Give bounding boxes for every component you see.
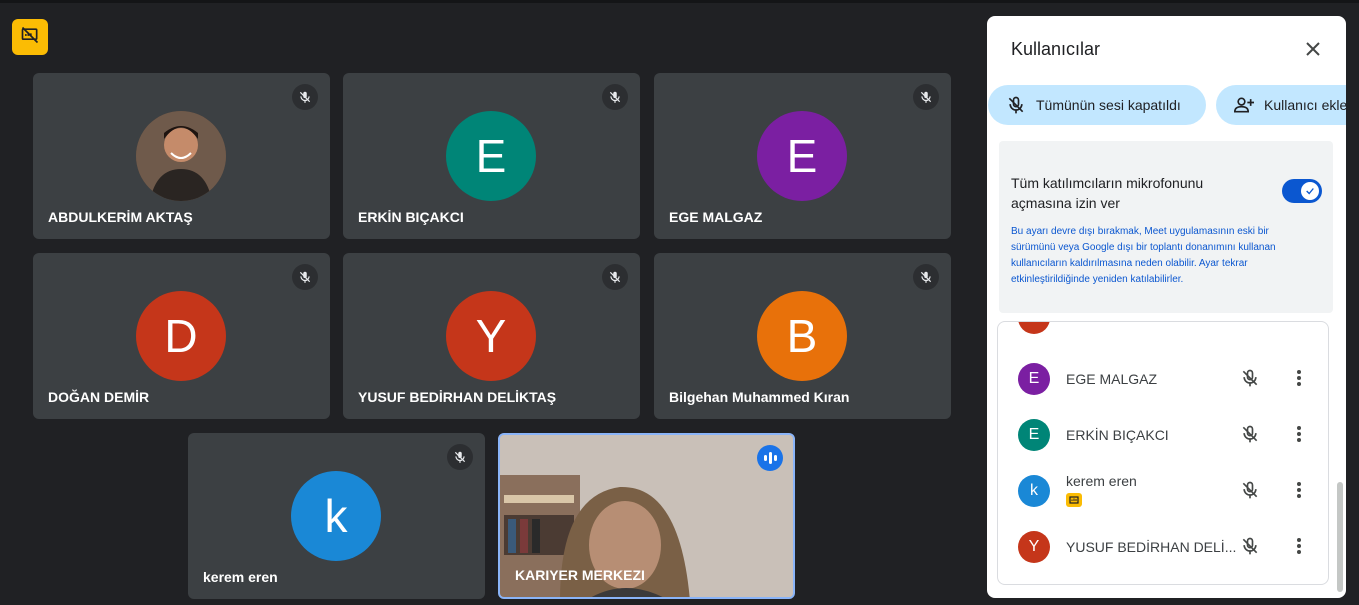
list-item[interactable]: Y YUSUF BEDİRHAN DELİ... xyxy=(998,518,1328,574)
avatar: Y xyxy=(446,291,536,381)
participant-name: ERKİN BIÇAKCI xyxy=(1066,427,1169,443)
add-user-label: Kullanıcı ekle xyxy=(1264,97,1346,113)
mic-off-icon[interactable] xyxy=(1239,479,1261,501)
participant-tile[interactable]: E ERKİN BIÇAKCI xyxy=(343,73,640,239)
mic-off-icon xyxy=(1004,93,1028,117)
participant-name: YUSUF BEDİRHAN DELİ... xyxy=(1066,539,1237,555)
avatar: k xyxy=(1018,475,1050,507)
avatar xyxy=(1018,322,1050,334)
mic-off-icon xyxy=(292,264,318,290)
check-icon xyxy=(1301,182,1319,200)
participant-tile[interactable]: E EGE MALGAZ xyxy=(654,73,951,239)
mic-off-icon xyxy=(602,84,628,110)
participant-video-tile[interactable]: KARIYER MERKEZI xyxy=(498,433,795,599)
mic-off-icon xyxy=(602,264,628,290)
participant-tile[interactable]: Y YUSUF BEDİRHAN DELİKTAŞ xyxy=(343,253,640,419)
people-panel: Kullanıcılar Tümünün sesi kapatıldı Kull… xyxy=(987,16,1346,598)
microphone-setting-card: Tüm katılımcıların mikrofonunu açmasına … xyxy=(999,141,1333,313)
participant-name: KARIYER MERKEZI xyxy=(515,567,645,583)
participant-tile[interactable]: k kerem eren xyxy=(188,433,485,599)
participant-tile[interactable]: ABDULKERİM AKTAŞ xyxy=(33,73,330,239)
avatar: E xyxy=(1018,419,1050,451)
avatar: k xyxy=(291,471,381,561)
list-item[interactable]: k kerem eren xyxy=(998,462,1328,518)
avatar: D xyxy=(136,291,226,381)
mic-off-icon xyxy=(292,84,318,110)
avatar: E xyxy=(446,111,536,201)
avatar: E xyxy=(757,111,847,201)
scrollbar-thumb[interactable] xyxy=(1337,482,1343,592)
speaking-indicator-icon xyxy=(757,445,783,471)
mic-off-icon xyxy=(447,444,473,470)
participant-name: EGE MALGAZ xyxy=(669,209,763,225)
top-edge xyxy=(0,0,1359,3)
avatar: B xyxy=(757,291,847,381)
add-user-button[interactable]: Kullanıcı ekle xyxy=(1216,85,1346,125)
more-options-icon[interactable] xyxy=(1288,479,1310,501)
more-options-icon[interactable] xyxy=(1288,535,1310,557)
list-item[interactable]: E EGE MALGAZ xyxy=(998,350,1328,406)
participant-name: ABDULKERİM AKTAŞ xyxy=(48,209,193,225)
presenting-icon xyxy=(1066,493,1082,507)
mic-off-icon[interactable] xyxy=(1239,423,1261,445)
list-item[interactable]: E ERKİN BIÇAKCI xyxy=(998,406,1328,462)
allow-mic-toggle[interactable] xyxy=(1282,179,1322,203)
setting-label: Tüm katılımcıların mikrofonunu açmasına … xyxy=(1011,175,1204,211)
mic-off-icon[interactable] xyxy=(1239,367,1261,389)
avatar: Y xyxy=(1018,531,1050,563)
add-person-icon xyxy=(1232,93,1256,117)
participant-name: DOĞAN DEMİR xyxy=(48,389,150,405)
setting-note: Bu ayarı devre dışı bırakmak, Meet uygul… xyxy=(1011,226,1276,285)
participant-name: EGE MALGAZ xyxy=(1066,371,1158,387)
presentation-off-icon xyxy=(20,25,40,50)
participant-name: YUSUF BEDİRHAN DELİKTAŞ xyxy=(358,389,557,405)
participant-tile[interactable]: D DOĞAN DEMİR xyxy=(33,253,330,419)
more-options-icon[interactable] xyxy=(1288,423,1310,445)
participant-tile[interactable]: B Bilgehan Muhammed Kıran xyxy=(654,253,951,419)
participant-name: kerem eren xyxy=(203,569,278,585)
mic-off-icon xyxy=(913,84,939,110)
more-options-icon[interactable] xyxy=(1288,367,1310,389)
mute-all-label: Tümünün sesi kapatıldı xyxy=(1036,97,1181,113)
avatar: E xyxy=(1018,363,1050,395)
mic-off-icon[interactable] xyxy=(1239,535,1261,557)
participant-name: ERKİN BIÇAKCI xyxy=(358,209,464,225)
participant-name: Bilgehan Muhammed Kıran xyxy=(669,389,850,405)
participant-name: kerem eren xyxy=(1066,473,1137,489)
mic-off-icon xyxy=(913,264,939,290)
scrollbar[interactable] xyxy=(1336,316,1344,596)
presentation-indicator[interactable] xyxy=(12,19,48,55)
panel-title: Kullanıcılar xyxy=(1011,39,1101,59)
mute-all-button[interactable]: Tümünün sesi kapatıldı xyxy=(988,85,1206,125)
close-icon[interactable] xyxy=(1302,38,1324,60)
profile-photo xyxy=(136,111,226,201)
participant-list: E EGE MALGAZ E ERKİN BIÇAKCI k kerem ere… xyxy=(997,321,1329,585)
